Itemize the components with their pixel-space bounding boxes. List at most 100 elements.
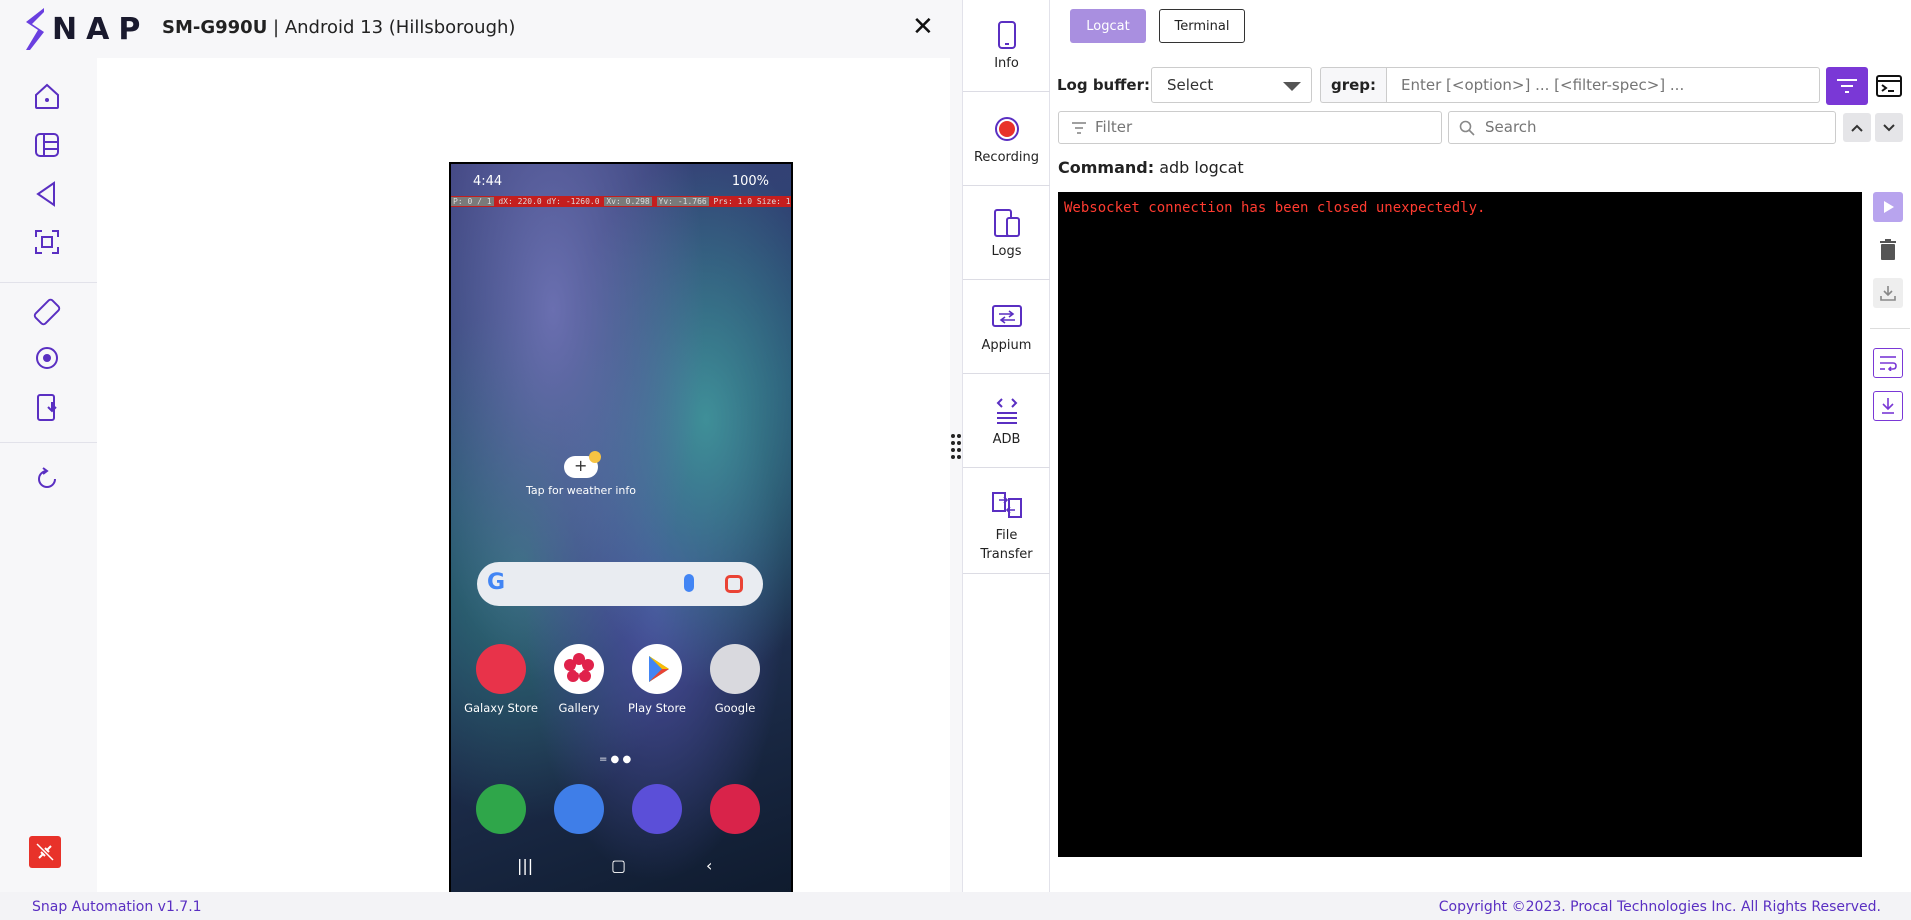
device-model: SM-G990U (162, 17, 268, 38)
arrow-down-to-line-icon (1882, 398, 1894, 414)
back-icon[interactable] (29, 176, 65, 212)
install-app-icon[interactable] (29, 389, 65, 425)
command-line: Command: adb logcat (1058, 158, 1244, 177)
wrap-lines-button[interactable] (1873, 348, 1903, 378)
device-os: Android 13 (Hillsborough) (284, 17, 516, 38)
play-icon (1884, 201, 1894, 213)
download-icon (1880, 286, 1896, 301)
home-icon[interactable] (29, 78, 65, 114)
chevron-up-icon (1851, 124, 1863, 132)
app-gallery[interactable]: Gallery (539, 644, 619, 715)
search-next-button[interactable] (1875, 113, 1903, 142)
search-prev-button[interactable] (1843, 113, 1871, 142)
recent-apps-icon[interactable] (29, 127, 65, 163)
google-folder-icon (710, 644, 760, 694)
tab-file-transfer[interactable]: File Transfer (963, 468, 1050, 574)
search-field[interactable] (1448, 111, 1836, 144)
filter-input[interactable] (1095, 118, 1395, 136)
reload-icon[interactable] (29, 461, 65, 497)
tab-adb[interactable]: ADB (963, 374, 1050, 468)
filter-icon (1072, 122, 1086, 134)
apply-filter-button[interactable] (1826, 67, 1868, 105)
play-button[interactable] (1873, 192, 1903, 222)
drag-handle-icon[interactable] (949, 432, 963, 460)
app-play-store[interactable]: Play Store (617, 644, 697, 715)
screenshot-icon[interactable] (29, 224, 65, 260)
tab-label: File Transfer (980, 528, 1033, 562)
clear-logs-button[interactable] (1873, 235, 1903, 265)
status-time: 4:44 (473, 174, 503, 189)
tab-info[interactable]: Info (963, 0, 1050, 92)
pointer-info: Prs: 1.0 (713, 197, 753, 206)
status-bar: 4:44 100% (451, 174, 791, 192)
pointer-info: dY: -1260.0 (546, 197, 600, 206)
recents-nav-icon[interactable]: ||| (517, 856, 533, 875)
tab-label: Recording (973, 150, 1040, 165)
weather-icon: + (564, 451, 601, 478)
app-version: Snap Automation v1.7.1 (32, 899, 202, 915)
chevron-down-icon (1883, 123, 1895, 131)
phone-app-icon[interactable] (476, 784, 526, 834)
disconnect-icon[interactable] (29, 836, 61, 868)
footer: Snap Automation v1.7.1 Copyright ©2023. … (0, 892, 1911, 920)
tab-label: ADB (992, 432, 1021, 447)
rail-divider (0, 282, 97, 283)
battery-level: 100% (731, 174, 769, 189)
messages-app-icon[interactable] (554, 784, 604, 834)
tab-label: Appium (981, 338, 1032, 353)
tools-tabs: Info Recording Logs Appium ADB File Tran… (962, 0, 1050, 892)
tab-recording[interactable]: Recording (963, 92, 1050, 186)
tab-logs[interactable]: Logs (963, 186, 1050, 280)
device-title: SM-G990U | Android 13 (Hillsborough) (162, 17, 515, 38)
filter-lines-icon (1837, 79, 1857, 93)
android-nav-bar: ||| ▢ ‹ (451, 856, 791, 880)
close-button[interactable]: ✕ (912, 12, 934, 42)
gallery-icon (554, 644, 604, 694)
log-buffer-select[interactable]: Select (1151, 67, 1312, 103)
tab-appium[interactable]: Appium (963, 280, 1050, 374)
record-icon (990, 112, 1024, 146)
wallpaper: 4:44 100% P: 0 / 1 dX: 220.0 dY: -1260.0… (451, 164, 791, 894)
title-separator: | (267, 17, 285, 38)
side-divider (1870, 328, 1910, 329)
device-screen[interactable]: 4:44 100% P: 0 / 1 dX: 220.0 dY: -1260.0… (449, 162, 793, 896)
scroll-bottom-button[interactable] (1873, 391, 1903, 421)
home-nav-icon[interactable]: ▢ (611, 856, 626, 875)
pointer-info: P: 0 / 1 (451, 197, 494, 206)
terminal-button[interactable]: Terminal (1159, 9, 1245, 43)
location-icon[interactable] (29, 341, 65, 377)
adb-code-icon (990, 394, 1024, 428)
app-google-folder[interactable]: Google (695, 644, 775, 715)
camera-app-icon[interactable] (710, 784, 760, 834)
devices-icon (990, 206, 1024, 240)
snap-s-icon (26, 8, 44, 50)
galaxy-store-icon (476, 644, 526, 694)
app-galaxy-store[interactable]: Galaxy Store (461, 644, 541, 715)
weather-widget[interactable]: + Tap for weather info (451, 451, 711, 497)
download-logs-button[interactable] (1873, 278, 1903, 308)
search-input[interactable] (1485, 118, 1785, 136)
logo-text: NAP (52, 11, 150, 47)
pointer-info: Size: 1.0 (756, 197, 791, 206)
app-root: NAP SM-G990U | Android 13 (Hillsborough)… (0, 0, 1911, 920)
command-value: adb logcat (1154, 158, 1244, 177)
trash-icon (1880, 239, 1896, 260)
internet-app-icon[interactable] (632, 784, 682, 834)
pointer-info: Xv: 0.298 (604, 197, 652, 206)
mic-icon[interactable] (684, 574, 694, 592)
app-label: Google (714, 701, 756, 715)
google-search-bar[interactable]: G (477, 562, 763, 606)
lens-icon[interactable] (725, 575, 743, 593)
back-nav-icon[interactable]: ‹ (706, 856, 712, 875)
filter-field[interactable] (1058, 111, 1442, 144)
rotate-icon[interactable] (29, 294, 65, 330)
app-label: Gallery (558, 701, 600, 715)
log-console[interactable]: Websocket connection has been closed une… (1058, 192, 1862, 857)
play-store-icon (632, 644, 682, 694)
grep-input[interactable] (1386, 67, 1820, 103)
appium-icon (990, 300, 1024, 334)
console-error-message: Websocket connection has been closed une… (1064, 200, 1486, 216)
logcat-button[interactable]: Logcat (1070, 9, 1146, 43)
terminal-icon[interactable] (1872, 67, 1906, 105)
pointer-info: Yv: -1.766 (656, 197, 709, 206)
